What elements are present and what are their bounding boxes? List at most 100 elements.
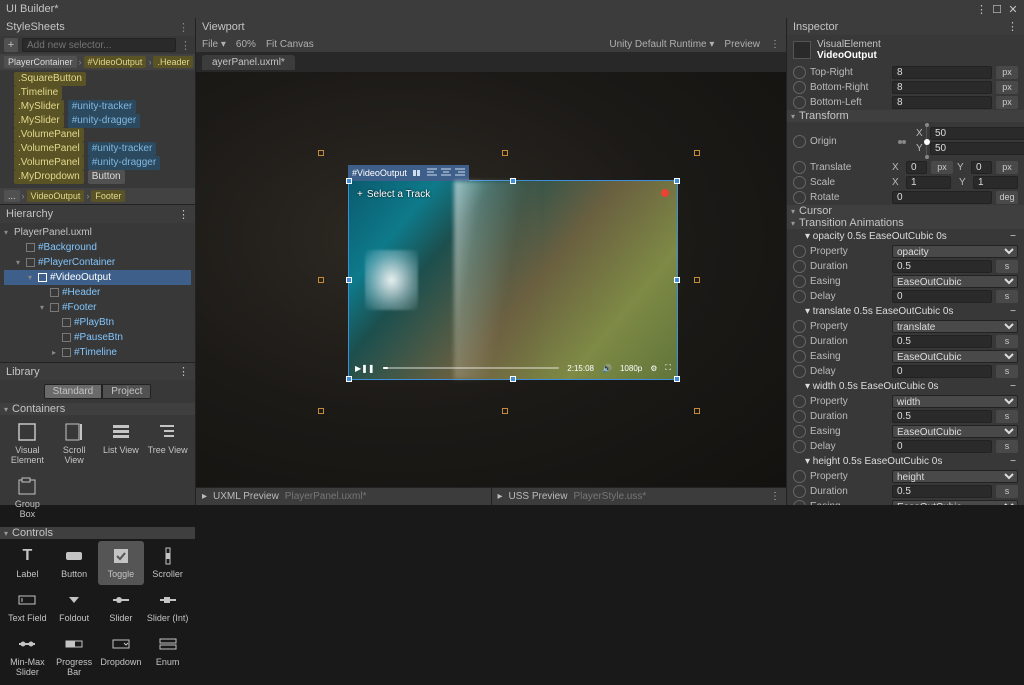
scale-y-input[interactable] <box>973 176 1018 189</box>
override-radio[interactable] <box>793 290 806 303</box>
override-radio[interactable] <box>793 191 806 204</box>
window-close-icon[interactable]: ✕ <box>1008 3 1018 16</box>
anim-delay-input[interactable] <box>892 440 992 453</box>
override-radio[interactable] <box>793 161 806 174</box>
unit-dropdown[interactable]: px <box>996 81 1018 94</box>
override-radio[interactable] <box>793 425 806 438</box>
animation-header[interactable]: ▾ width 0.5s EaseOutCubic 0s− <box>787 379 1024 394</box>
window-more-icon[interactable]: ⋮ <box>976 3 986 16</box>
unit-label[interactable]: s <box>996 440 1018 453</box>
stylesheets-menu-icon[interactable]: ⋮ <box>178 21 189 34</box>
anim-duration-input[interactable] <box>892 260 992 273</box>
selected-element[interactable]: #VideoOutput + Select a Track <box>348 180 678 380</box>
select-track-button[interactable]: + Select a Track <box>357 189 430 200</box>
library-item-tree-view[interactable]: Tree View <box>144 417 191 471</box>
library-item-visual-element[interactable]: Visual Element <box>4 417 51 471</box>
remove-animation-button[interactable]: − <box>1010 381 1016 392</box>
rotate-input[interactable] <box>892 191 992 204</box>
override-radio[interactable] <box>793 485 806 498</box>
bottom-left-input[interactable] <box>892 96 992 109</box>
anim-delay-input[interactable] <box>892 290 992 303</box>
selection-handle[interactable] <box>674 376 680 382</box>
override-radio[interactable] <box>793 320 806 333</box>
unit-dropdown[interactable]: px <box>996 96 1018 109</box>
inspector-menu-icon[interactable]: ⋮ <box>1007 20 1018 33</box>
unit-dropdown[interactable]: px <box>931 161 953 174</box>
breadcrumb-item[interactable]: ... <box>4 190 20 202</box>
hierarchy-node[interactable]: #PlayBtn <box>4 315 191 330</box>
selection-handle[interactable] <box>346 277 352 283</box>
selector-row[interactable]: .MyDropdownButton <box>14 170 191 184</box>
override-radio[interactable] <box>793 245 806 258</box>
anim-property-select[interactable]: width <box>892 395 1018 408</box>
override-radio[interactable] <box>793 81 806 94</box>
override-radio[interactable] <box>793 176 806 189</box>
library-item-scroll-view[interactable]: Scroll View <box>51 417 98 471</box>
override-radio[interactable] <box>793 410 806 423</box>
align-left-icon[interactable] <box>427 168 437 178</box>
anim-duration-input[interactable] <box>892 335 992 348</box>
play-pause-icon[interactable]: ▶❚❚ <box>355 364 375 373</box>
unit-label[interactable]: s <box>996 365 1018 378</box>
bottom-right-input[interactable] <box>892 81 992 94</box>
remove-animation-button[interactable]: − <box>1010 306 1016 317</box>
scale-x-input[interactable] <box>906 176 951 189</box>
hierarchy-node[interactable]: ▾#Footer <box>4 300 191 315</box>
canvas-handle[interactable] <box>502 150 508 156</box>
library-item-toggle[interactable]: Toggle <box>98 541 145 585</box>
selection-handle[interactable] <box>510 178 516 184</box>
top-right-input[interactable] <box>892 66 992 79</box>
anim-property-select[interactable]: translate <box>892 320 1018 333</box>
anim-easing-select[interactable]: EaseOutCubic <box>892 275 1018 288</box>
hierarchy-node-selected[interactable]: ▾#VideoOutput <box>4 270 191 285</box>
anim-duration-input[interactable] <box>892 485 992 498</box>
window-maximize-icon[interactable]: ☐ <box>992 3 1002 16</box>
viewport-preview-button[interactable]: Preview <box>724 39 760 50</box>
add-selector-button[interactable]: + <box>4 38 18 52</box>
viewport-zoom[interactable]: 60% <box>236 39 256 50</box>
remove-animation-button[interactable]: − <box>1010 231 1016 242</box>
canvas-handle[interactable] <box>694 150 700 156</box>
override-radio[interactable] <box>793 440 806 453</box>
anim-easing-select[interactable]: EaseOutCubic <box>892 350 1018 363</box>
hierarchy-node[interactable]: ▾#PlayerContainer <box>4 255 191 270</box>
viewport-menu-icon[interactable]: ⋮ <box>770 39 780 50</box>
selection-handle[interactable] <box>674 178 680 184</box>
selection-handle[interactable] <box>346 376 352 382</box>
uss-preview-menu-icon[interactable]: ⋮ <box>770 491 780 502</box>
uxml-preview-panel[interactable]: ▸ UXML Preview PlayerPanel.uxml* <box>196 488 491 505</box>
selector-row[interactable]: .MySlider#unity-dragger <box>14 114 191 128</box>
remove-animation-button[interactable]: − <box>1010 456 1016 467</box>
fullscreen-icon[interactable]: ⛶ <box>665 363 671 373</box>
cursor-section[interactable]: Cursor <box>787 205 1024 217</box>
transform-section[interactable]: Transform <box>787 110 1024 122</box>
breadcrumb-item[interactable]: .Header <box>153 56 193 68</box>
anim-property-select[interactable]: opacity <box>892 245 1018 258</box>
canvas-handle[interactable] <box>318 408 324 414</box>
video-resolution[interactable]: 1080p <box>620 364 642 373</box>
override-radio[interactable] <box>793 470 806 483</box>
canvas-handle[interactable] <box>502 408 508 414</box>
hierarchy-menu-icon[interactable]: ⋮ <box>178 208 189 221</box>
unit-dropdown[interactable]: px <box>996 161 1018 174</box>
anim-easing-select[interactable]: EaseOutCubic <box>892 500 1018 505</box>
animation-header[interactable]: ▾ height 0.5s EaseOutCubic 0s− <box>787 454 1024 469</box>
volume-icon[interactable]: 🔊 <box>602 364 612 373</box>
selection-handle[interactable] <box>510 376 516 382</box>
selector-row[interactable]: .VolumePanel#unity-tracker <box>14 142 191 156</box>
anim-duration-input[interactable] <box>892 410 992 423</box>
selection-handle[interactable] <box>674 277 680 283</box>
unit-dropdown[interactable]: px <box>996 66 1018 79</box>
library-section-controls[interactable]: Controls <box>0 527 195 539</box>
unit-label[interactable]: s <box>996 335 1018 348</box>
unit-label[interactable]: s <box>996 410 1018 423</box>
flex-row-icon[interactable] <box>413 168 423 178</box>
animation-header[interactable]: ▾ translate 0.5s EaseOutCubic 0s− <box>787 304 1024 319</box>
override-radio[interactable] <box>793 275 806 288</box>
animation-header[interactable]: ▾ opacity 0.5s EaseOutCubic 0s− <box>787 229 1024 244</box>
stylesheets-row-menu-icon[interactable]: ⋮ <box>180 39 191 52</box>
selector-row[interactable]: .VolumePanel#unity-dragger <box>14 156 191 170</box>
library-item-label[interactable]: TLabel <box>4 541 51 585</box>
canvas-handle[interactable] <box>318 277 324 283</box>
library-item-slider[interactable]: Slider <box>98 585 145 629</box>
